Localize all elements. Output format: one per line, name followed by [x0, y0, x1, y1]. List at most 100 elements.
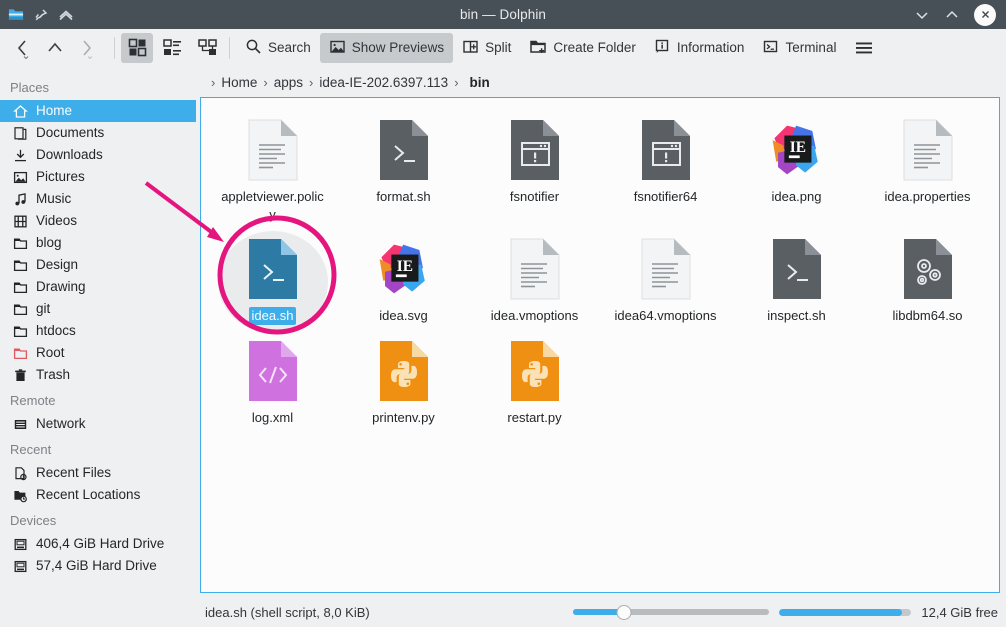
breadcrumb-item-bin[interactable]: bin	[460, 73, 495, 92]
sidebar-item-label: Root	[36, 346, 65, 360]
sidebar-item-documents[interactable]: Documents	[0, 122, 196, 144]
sidebar-item-drawing[interactable]: Drawing	[0, 276, 196, 298]
file-item[interactable]: idea.vmoptions	[480, 231, 590, 333]
sidebar-item-videos[interactable]: Videos	[0, 210, 196, 232]
sidebar-item-label: Drawing	[36, 280, 86, 294]
main-toolbar: Search Show Previews Split	[0, 29, 1006, 67]
search-icon	[245, 38, 262, 58]
sidebar-item-pictures[interactable]: Pictures	[0, 166, 196, 188]
breadcrumb-separator: ›	[262, 75, 268, 90]
text-document-icon	[507, 237, 563, 301]
sidebar-item-trash[interactable]: Trash	[0, 364, 196, 386]
breadcrumb-item-home[interactable]: Home	[216, 73, 262, 92]
close-button[interactable]	[974, 4, 996, 26]
view-mode-columns-button[interactable]	[191, 33, 223, 63]
sidebar-group-places-title: Places	[0, 73, 196, 100]
sidebar-item-blog[interactable]: blog	[0, 232, 196, 254]
folder-icon	[12, 301, 28, 317]
file-item[interactable]: IE idea.svg	[349, 231, 459, 333]
file-name: log.xml	[252, 409, 293, 427]
folder-icon[interactable]	[8, 7, 24, 23]
status-bar: idea.sh (shell script, 8,0 KiB) 12,4 GiB…	[0, 597, 1006, 627]
up-button[interactable]	[40, 33, 70, 63]
breadcrumb-item-apps[interactable]: apps	[269, 73, 308, 92]
file-item[interactable]: appletviewer.policy	[218, 112, 328, 231]
sidebar-item-music[interactable]: Music	[0, 188, 196, 210]
navigation-buttons	[8, 33, 102, 63]
file-item[interactable]: log.xml	[218, 333, 328, 435]
file-item[interactable]: fsnotifier	[480, 112, 590, 231]
text-document-icon	[245, 118, 301, 182]
file-name: restart.py	[507, 409, 561, 427]
places-sidebar: Places Home Documents Downloads	[0, 67, 196, 597]
terminal-icon	[762, 38, 779, 58]
maximize-button[interactable]	[944, 7, 960, 23]
file-item[interactable]: fsnotifier64	[611, 112, 721, 231]
search-button[interactable]: Search	[236, 33, 320, 63]
sidebar-item-design[interactable]: Design	[0, 254, 196, 276]
titlebar-left-buttons	[0, 7, 74, 23]
minimize-button[interactable]	[914, 7, 930, 23]
file-view[interactable]: appletviewer.policy format.sh	[200, 97, 1000, 593]
sidebar-item-recent-locations[interactable]: Recent Locations	[0, 484, 196, 506]
file-item[interactable]: format.sh	[349, 112, 459, 231]
file-item-selected[interactable]: idea.sh	[218, 231, 328, 333]
split-button[interactable]: Split	[453, 33, 520, 63]
home-icon	[12, 103, 28, 119]
create-folder-button[interactable]: Create Folder	[520, 33, 645, 63]
menu-button[interactable]	[849, 33, 879, 63]
show-previews-button[interactable]: Show Previews	[320, 33, 453, 63]
sidebar-item-root[interactable]: Root	[0, 342, 196, 364]
xml-document-icon	[245, 339, 301, 403]
downloads-icon	[12, 147, 28, 163]
breadcrumb-item-idea[interactable]: idea-IE-202.6397.113	[314, 73, 453, 92]
view-mode-details-button[interactable]	[156, 33, 188, 63]
sidebar-item-downloads[interactable]: Downloads	[0, 144, 196, 166]
file-item[interactable]: libdbm64.so	[873, 231, 983, 333]
sidebar-item-network[interactable]: Network	[0, 413, 196, 435]
pin-icon[interactable]	[33, 7, 49, 23]
sidebar-item-hard-drive-406[interactable]: 406,4 GiB Hard Drive	[0, 533, 196, 555]
file-item[interactable]: idea64.vmoptions	[611, 231, 721, 333]
terminal-button[interactable]: Terminal	[753, 33, 845, 63]
svg-text:IE: IE	[789, 139, 805, 156]
svg-text:IE: IE	[396, 258, 412, 275]
sidebar-item-label: Videos	[36, 214, 77, 228]
file-item[interactable]: IE idea.png	[742, 112, 852, 231]
sidebar-item-label: Network	[36, 417, 86, 431]
back-button[interactable]	[8, 33, 38, 63]
file-name: idea.png	[772, 188, 822, 206]
sidebar-item-label: blog	[36, 236, 62, 250]
free-space-bar	[779, 609, 911, 616]
network-icon	[12, 416, 28, 432]
file-name: inspect.sh	[767, 307, 826, 325]
intellij-svg-icon: IE	[376, 237, 432, 301]
sidebar-item-recent-files[interactable]: Recent Files	[0, 462, 196, 484]
sidebar-item-label: Home	[36, 104, 72, 118]
sidebar-item-label: 57,4 GiB Hard Drive	[36, 559, 157, 573]
sidebar-item-htdocs[interactable]: htdocs	[0, 320, 196, 342]
harddrive-icon	[12, 536, 28, 552]
sidebar-item-label: Recent Files	[36, 466, 111, 480]
new-folder-icon	[529, 38, 547, 58]
sidebar-item-git[interactable]: git	[0, 298, 196, 320]
terminal-label: Terminal	[785, 40, 836, 55]
free-space-fill	[779, 609, 902, 616]
sidebar-item-home[interactable]: Home	[0, 100, 196, 122]
file-item[interactable]: inspect.sh	[742, 231, 852, 333]
forward-button[interactable]	[72, 33, 102, 63]
window-body: Places Home Documents Downloads	[0, 67, 1006, 597]
chevron-up-icon[interactable]	[58, 7, 74, 23]
file-item[interactable]: printenv.py	[349, 333, 459, 435]
view-mode-icons-button[interactable]	[121, 33, 153, 63]
information-button[interactable]: Information	[645, 33, 754, 63]
file-item[interactable]: idea.properties	[873, 112, 983, 231]
recent-file-icon	[12, 465, 28, 481]
file-item[interactable]: restart.py	[480, 333, 590, 435]
toolbar-divider-2	[229, 37, 230, 59]
zoom-slider[interactable]	[573, 604, 769, 620]
zoom-slider-handle[interactable]	[617, 605, 632, 620]
sidebar-group-remote-title: Remote	[0, 386, 196, 413]
sidebar-item-hard-drive-57[interactable]: 57,4 GiB Hard Drive	[0, 555, 196, 577]
breadcrumb: › Home › apps › idea-IE-202.6397.113 › b…	[200, 67, 1000, 97]
